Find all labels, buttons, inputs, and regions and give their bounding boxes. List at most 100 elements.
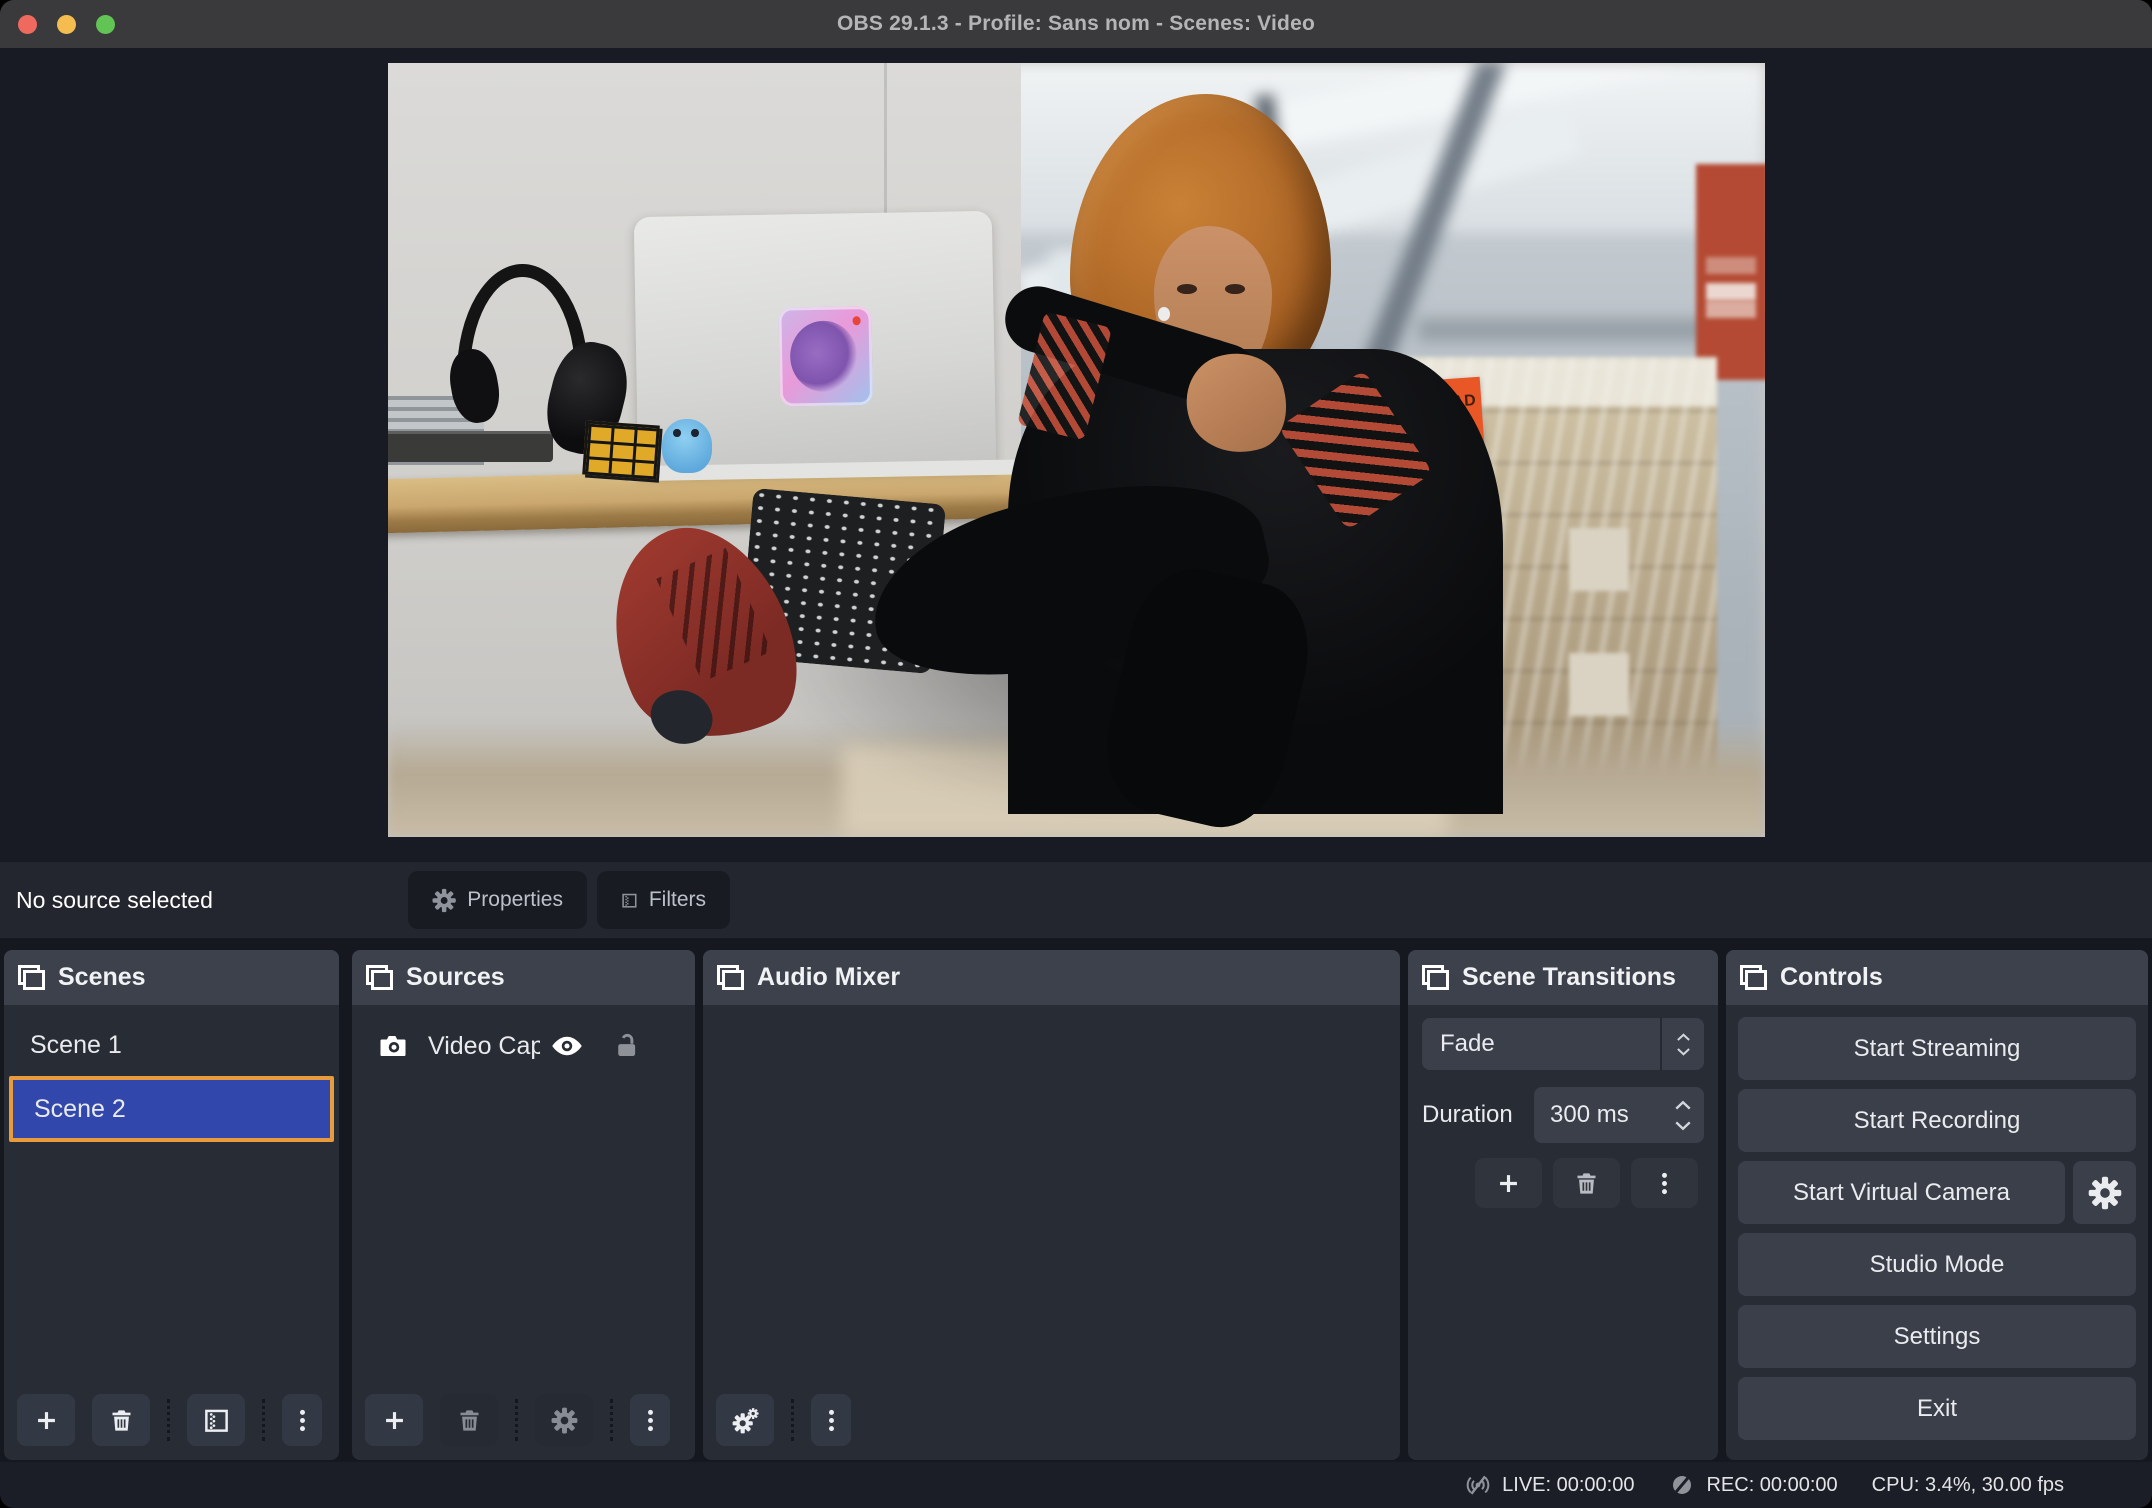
duration-row: Duration 300 ms xyxy=(1422,1087,1704,1143)
audio-mixer-header[interactable]: Audio Mixer xyxy=(703,950,1400,1005)
filter-icon xyxy=(203,1407,230,1434)
trash-icon xyxy=(456,1407,483,1434)
transition-value: Fade xyxy=(1422,1030,1660,1058)
person-eye xyxy=(1225,284,1245,294)
broadcast-off-icon xyxy=(1464,1471,1492,1499)
desk-leg xyxy=(520,527,567,821)
dock-icon xyxy=(1422,965,1449,990)
blue-plush-toy xyxy=(662,419,712,473)
start-streaming-button[interactable]: Start Streaming xyxy=(1738,1017,2136,1080)
start-recording-button[interactable]: Start Recording xyxy=(1738,1089,2136,1152)
source-menu-button[interactable] xyxy=(630,1394,670,1446)
virtual-camera-config-button[interactable] xyxy=(2073,1161,2136,1224)
properties-label: Properties xyxy=(467,888,563,912)
person-eye xyxy=(1177,284,1197,294)
source-properties-button[interactable] xyxy=(535,1394,593,1446)
trash-icon xyxy=(1573,1170,1600,1197)
remove-scene-button[interactable] xyxy=(92,1394,150,1446)
exit-button[interactable]: Exit xyxy=(1738,1377,2136,1440)
scene-transitions-panel: Scene Transitions Fade Duration 300 ms xyxy=(1408,950,1718,1460)
scenes-header[interactable]: Scenes xyxy=(4,950,339,1005)
kebab-icon xyxy=(818,1407,845,1434)
audio-mixer-title: Audio Mixer xyxy=(757,963,900,992)
sources-header[interactable]: Sources xyxy=(352,950,695,1005)
controls-header[interactable]: Controls xyxy=(1726,950,2148,1005)
gold-cube-toy xyxy=(582,420,660,479)
properties-button[interactable]: Properties xyxy=(408,871,587,929)
scene-list: Scene 1 Scene 2 xyxy=(4,1005,339,1142)
status-bar: LIVE: 00:00:00 REC: 00:00:00 CPU: 3.4%, … xyxy=(0,1462,2152,1508)
source-label: Video Cap xyxy=(428,1032,540,1061)
double-gear-icon xyxy=(732,1407,759,1434)
audio-mixer-panel: Audio Mixer xyxy=(703,950,1400,1460)
visibility-eye-icon[interactable] xyxy=(550,1029,584,1063)
controls-title: Controls xyxy=(1780,963,1883,992)
kebab-icon xyxy=(1651,1170,1678,1197)
toolbar-separator xyxy=(262,1399,265,1441)
start-virtual-camera-button[interactable]: Start Virtual Camera xyxy=(1738,1161,2065,1224)
zoom-button[interactable] xyxy=(96,15,115,34)
traffic-lights xyxy=(18,0,115,48)
pallet-label xyxy=(1569,528,1629,591)
source-toolbar: No source selected Properties Filters xyxy=(0,862,2152,938)
mixer-menu-button[interactable] xyxy=(811,1394,851,1446)
filters-button[interactable]: Filters xyxy=(597,871,730,929)
cpu-status: CPU: 3.4%, 30.00 fps xyxy=(1872,1474,2064,1497)
filters-label: Filters xyxy=(649,888,706,912)
rec-timer: REC: 00:00:00 xyxy=(1706,1474,1837,1497)
scenes-toolbar xyxy=(4,1394,339,1460)
close-button[interactable] xyxy=(18,15,37,34)
add-scene-button[interactable] xyxy=(17,1394,75,1446)
toolbar-separator xyxy=(167,1399,170,1441)
settings-button[interactable]: Settings xyxy=(1738,1305,2136,1368)
record-off-icon xyxy=(1668,1471,1696,1499)
chevron-down-icon xyxy=(1674,1120,1692,1132)
studio-mode-button[interactable]: Studio Mode xyxy=(1738,1233,2136,1296)
minimize-button[interactable] xyxy=(57,15,76,34)
remove-source-button[interactable] xyxy=(440,1394,498,1446)
earbud xyxy=(1158,307,1170,321)
laptop-sticker xyxy=(778,306,873,406)
pallet-label xyxy=(1569,653,1629,716)
toolbar-separator xyxy=(515,1399,518,1441)
scene-item-2-selected[interactable]: Scene 2 xyxy=(9,1076,334,1142)
scene-menu-button[interactable] xyxy=(282,1394,322,1446)
scenes-panel: Scenes Scene 1 Scene 2 xyxy=(4,950,339,1460)
scene-transitions-header[interactable]: Scene Transitions xyxy=(1408,950,1718,1005)
kebab-icon xyxy=(637,1407,664,1434)
plus-icon xyxy=(33,1407,60,1434)
scene-transitions-title: Scene Transitions xyxy=(1462,963,1676,992)
chevron-down-icon xyxy=(1676,1047,1691,1057)
plus-icon xyxy=(1495,1170,1522,1197)
sources-toolbar xyxy=(352,1394,695,1460)
titlebar: OBS 29.1.3 - Profile: Sans nom - Scenes:… xyxy=(0,0,2152,48)
advanced-audio-button[interactable] xyxy=(716,1394,774,1446)
transition-menu-button[interactable] xyxy=(1631,1158,1698,1208)
controls-panel: Controls Start Streaming Start Recording… xyxy=(1726,950,2148,1460)
video-preview[interactable]: TOP LOAD ONLY xyxy=(388,63,1765,837)
whiteboard-tray xyxy=(388,431,553,462)
scene-item-1[interactable]: Scene 1 xyxy=(4,1014,339,1076)
rec-status: REC: 00:00:00 xyxy=(1668,1471,1837,1499)
chevron-up-icon xyxy=(1676,1032,1691,1042)
unlock-icon[interactable] xyxy=(612,1031,642,1061)
source-item-video-capture[interactable]: Video Cap xyxy=(352,1020,695,1072)
add-transition-button[interactable] xyxy=(1475,1158,1542,1208)
gear-icon xyxy=(551,1407,578,1434)
no-source-label: No source selected xyxy=(16,862,213,938)
duration-label: Duration xyxy=(1422,1101,1513,1129)
camera-icon xyxy=(378,1031,408,1061)
scenes-title: Scenes xyxy=(58,963,146,992)
select-arrows[interactable] xyxy=(1660,1018,1704,1070)
remove-transition-button[interactable] xyxy=(1553,1158,1620,1208)
scene-filters-button[interactable] xyxy=(187,1394,245,1446)
add-source-button[interactable] xyxy=(365,1394,423,1446)
duration-value: 300 ms xyxy=(1550,1101,1629,1129)
duration-spinner[interactable]: 300 ms xyxy=(1534,1087,1704,1143)
sources-panel: Sources Video Cap xyxy=(352,950,695,1460)
dock-icon xyxy=(717,965,744,990)
spinner-arrows[interactable] xyxy=(1674,1099,1692,1132)
transition-select[interactable]: Fade xyxy=(1422,1018,1704,1070)
gear-icon xyxy=(432,888,456,913)
preview-canvas: TOP LOAD ONLY xyxy=(0,48,2152,862)
